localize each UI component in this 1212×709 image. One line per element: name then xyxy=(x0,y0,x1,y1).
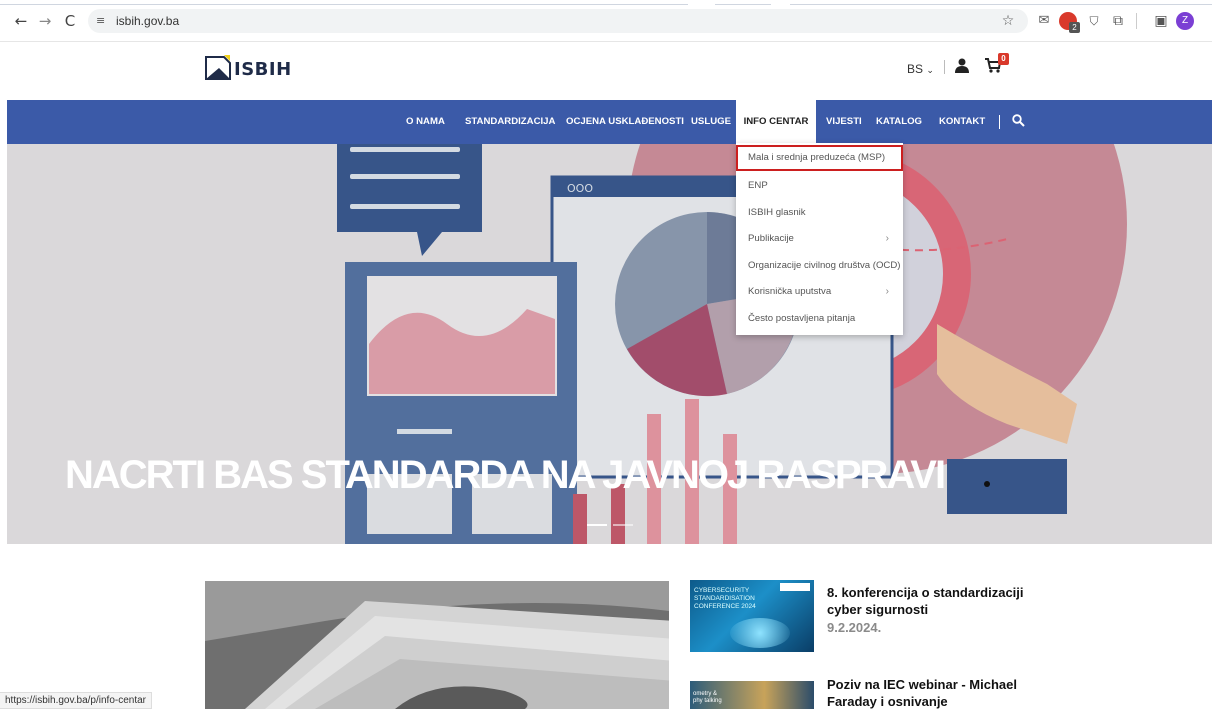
header-divider xyxy=(944,60,945,74)
news-item-title[interactable]: Poziv na IEC webinar - Michael Faraday i… xyxy=(827,676,1027,709)
mail-extension-icon[interactable]: ✉ xyxy=(1035,12,1053,30)
forward-icon[interactable]: → xyxy=(36,12,54,30)
hero-title[interactable]: NACRTI BAS STANDARDA NA JAVNOJ RASPRAVI xyxy=(65,453,946,498)
news-thumbnail-webinar[interactable]: ometry & phy talking xyxy=(690,681,814,709)
bookmark-star-icon[interactable]: ☆ xyxy=(999,12,1017,30)
news-thumbnail-conference[interactable]: CYBERSECURITY STANDARDISATION CONFERENCE… xyxy=(690,580,814,652)
address-bar[interactable]: ≡ isbih.gov.ba xyxy=(88,9,1028,33)
language-label: BS xyxy=(907,62,924,76)
nav-item-standardizacija[interactable]: STANDARDIZACIJA xyxy=(465,100,555,144)
dropdown-item-enp[interactable]: ENP xyxy=(736,173,903,199)
tab-strip-line xyxy=(0,4,688,5)
extension-icon[interactable]: 2 xyxy=(1059,12,1080,33)
info-centar-dropdown: Mala i srednja preduzeća (MSP) ENP ISBIH… xyxy=(736,143,903,335)
toolbar-divider xyxy=(1136,13,1137,29)
search-icon[interactable] xyxy=(1012,114,1025,127)
nav-item-ocjena-uskladjenosti[interactable]: OCJENA USKLAĐENOSTI xyxy=(566,100,684,144)
reload-icon[interactable]: C xyxy=(61,12,79,30)
profile-avatar[interactable]: Z xyxy=(1176,12,1194,30)
dropdown-item-faq[interactable]: Često postavljena pitanja xyxy=(736,306,903,332)
dropdown-item-publikacije[interactable]: Publikacije › xyxy=(736,226,903,252)
dropdown-item-label: Često postavljena pitanja xyxy=(748,313,856,324)
logo-text[interactable]: ISBIH xyxy=(234,59,292,80)
slider-dot-active[interactable] xyxy=(587,524,607,526)
address-url[interactable]: isbih.gov.ba xyxy=(116,14,179,28)
dropdown-item-msp[interactable]: Mala i srednja preduzeća (MSP) xyxy=(736,145,903,171)
extension-badge: 2 xyxy=(1069,22,1080,33)
shield-extension-icon[interactable]: ⛉ xyxy=(1085,12,1103,30)
nav-item-vijesti[interactable]: VIJESTI xyxy=(826,100,862,144)
dropdown-item-label: Mala i srednja preduzeća (MSP) xyxy=(748,152,886,163)
nav-item-o-nama[interactable]: O NAMA xyxy=(406,100,445,144)
sponsor-logos xyxy=(780,583,810,591)
tab-strip-line xyxy=(790,4,1212,5)
chevron-right-icon: › xyxy=(885,286,889,297)
nav-divider xyxy=(999,115,1000,129)
glow-graphic xyxy=(730,618,790,648)
dropdown-item-label: Korisnička uputstva xyxy=(748,286,832,297)
site-settings-icon[interactable]: ≡ xyxy=(96,14,105,27)
chevron-down-icon: ⌄ xyxy=(926,66,934,76)
dropdown-item-label: Publikacije xyxy=(748,233,794,244)
thumbnail-caption: ometry & phy talking xyxy=(693,691,722,704)
user-icon[interactable] xyxy=(955,58,969,73)
dropdown-item-ocd[interactable]: Organizacije civilnog društva (OCD) xyxy=(736,253,903,279)
language-selector[interactable]: BS ⌄ xyxy=(907,62,934,76)
extensions-puzzle-icon[interactable]: ⧉ xyxy=(1109,12,1127,30)
dropdown-item-isbih-glasnik[interactable]: ISBIH glasnik xyxy=(736,200,903,226)
thumbnail-caption: CYBERSECURITY STANDARDISATION CONFERENCE… xyxy=(694,587,756,610)
dropdown-item-label: ISBIH glasnik xyxy=(748,207,806,218)
side-panel-icon[interactable]: ▣ xyxy=(1152,12,1170,30)
hero-slider[interactable]: OOO NACRTI BAS STANDARDA NA JAVNOJ RASPR xyxy=(7,144,1212,544)
main-nav: O NAMA STANDARDIZACIJA OCJENA USKLAĐENOS… xyxy=(7,100,1212,144)
browser-toolbar: ← → C ≡ isbih.gov.ba ☆ ✉ 2 ⛉ ⧉ ▣ Z xyxy=(0,0,1212,42)
featured-news-image[interactable] xyxy=(205,581,669,709)
slider-dot[interactable] xyxy=(613,524,633,526)
news-item-title[interactable]: 8. konferencija o standardizaciji cyber … xyxy=(827,584,1027,618)
nav-item-info-centar[interactable]: INFO CENTAR xyxy=(736,100,816,144)
nav-item-katalog[interactable]: KATALOG xyxy=(876,100,922,144)
newspaper-photo xyxy=(205,581,669,709)
tab-strip-line xyxy=(715,4,771,5)
logo-icon[interactable] xyxy=(205,54,231,80)
news-item-date: 9.2.2024. xyxy=(827,620,882,635)
cart-count-badge: 0 xyxy=(998,53,1009,65)
nav-item-kontakt[interactable]: KONTAKT xyxy=(939,100,985,144)
dropdown-item-label: Organizacije civilnog društva (OCD) xyxy=(748,260,901,271)
status-bar-url: https://isbih.gov.ba/p/info-centar xyxy=(0,692,153,709)
dropdown-item-label: ENP xyxy=(748,180,768,191)
nav-item-usluge[interactable]: USLUGE xyxy=(691,100,731,144)
dropdown-item-korisnicka-uputstva[interactable]: Korisnička uputstva › xyxy=(736,279,903,305)
back-icon[interactable]: ← xyxy=(12,12,30,30)
chevron-right-icon: › xyxy=(885,233,889,244)
